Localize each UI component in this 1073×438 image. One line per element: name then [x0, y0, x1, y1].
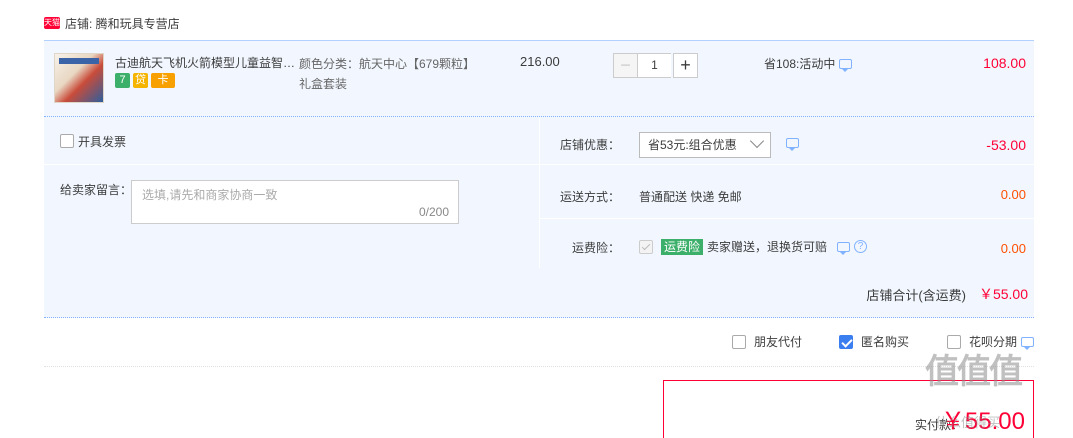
- discount-select-value: 省53元:组合优惠: [648, 138, 737, 152]
- tmall-icon: 天猫: [44, 17, 60, 29]
- divider: [44, 366, 1034, 367]
- saving-info: 省108:活动中: [764, 55, 853, 72]
- unit-price: 216.00: [520, 54, 560, 69]
- quantity-stepper: − 1 +: [613, 53, 698, 78]
- message-icon[interactable]: [837, 241, 851, 255]
- subtotal-value: ￥55.00: [978, 286, 1028, 302]
- huabei-checkbox[interactable]: [947, 334, 961, 349]
- item-total: 108.00: [983, 55, 1026, 71]
- memo-placeholder: 选填,请先和商家协商一致: [142, 188, 278, 202]
- huabei-option[interactable]: 花呗分期: [947, 333, 1035, 350]
- memo-label: 给卖家留言：: [60, 183, 133, 197]
- seven-day-return-icon[interactable]: 7: [115, 73, 130, 88]
- left-panel: 开具发票 给卖家留言： 选填,请先和商家协商一致 0/200: [44, 118, 539, 268]
- message-icon[interactable]: [839, 58, 853, 72]
- insurance-tag: 运费险: [661, 238, 704, 255]
- right-panel: 店铺优惠： 省53元:组合优惠 -53.00 运送方式： 普通配送 快递 免邮 …: [540, 118, 1034, 268]
- discount-label: 店铺优惠：: [559, 138, 620, 152]
- insurance-checkbox: [639, 239, 653, 254]
- subtotal-label: 店铺合计(含运费): [866, 288, 966, 303]
- shipping-method: 普通配送 快递 免邮: [639, 190, 742, 204]
- memo-count: 0/200: [418, 205, 449, 219]
- memo-row: 给卖家留言： 选填,请先和商家协商一致 0/200: [44, 166, 539, 268]
- friend-pay-checkbox[interactable]: [732, 334, 746, 349]
- anonymous-label[interactable]: 匿名购买: [861, 333, 909, 350]
- subtotal-row: 店铺合计(含运费) ￥55.00: [44, 268, 1034, 318]
- chevron-down-icon: [749, 133, 765, 149]
- invoice-row: 开具发票: [44, 118, 539, 165]
- shipping-row: 运送方式： 普通配送 快递 免邮 0.00: [540, 166, 1034, 219]
- product-thumbnail[interactable]: [54, 53, 104, 103]
- insurance-content: 运费险 卖家赠送，退换货可赔 ?: [639, 238, 868, 255]
- service-icons: 7 贷 卡: [115, 73, 175, 88]
- spec-line-1: 颜色分类：航天中心【679颗粒】: [299, 57, 476, 71]
- quantity-input[interactable]: 1: [638, 53, 671, 78]
- spec-line-2: 礼盒套装: [299, 77, 348, 91]
- shop-name[interactable]: 店铺: 腾和玩具专营店: [65, 15, 180, 32]
- card-icon[interactable]: 卡: [151, 73, 175, 88]
- saving-text: 省108:活动中: [764, 57, 836, 71]
- discount-select[interactable]: 省53元:组合优惠: [639, 132, 771, 158]
- invoice-checkbox[interactable]: [60, 134, 74, 148]
- item-row: 古迪航天飞机火箭模型儿童益智… 7 贷 卡 颜色分类：航天中心【679颗粒】 礼…: [44, 41, 1034, 117]
- shop-header: 天猫 店铺: 腾和玩具专营店: [44, 15, 180, 31]
- product-title[interactable]: 古迪航天飞机火箭模型儿童益智…: [115, 54, 295, 71]
- credit-icon[interactable]: 贷: [133, 73, 148, 88]
- anonymous-option[interactable]: 匿名购买: [839, 333, 909, 350]
- insurance-label: 运费险：: [571, 241, 620, 255]
- insurance-amount: 0.00: [1000, 241, 1026, 256]
- message-icon[interactable]: [1021, 336, 1035, 350]
- anonymous-checkbox[interactable]: [839, 334, 853, 349]
- order-box: 古迪航天飞机火箭模型儿童益智… 7 贷 卡 颜色分类：航天中心【679颗粒】 礼…: [44, 40, 1034, 318]
- invoice-label[interactable]: 开具发票: [78, 133, 126, 150]
- product-spec: 颜色分类：航天中心【679颗粒】 礼盒套装: [299, 54, 499, 94]
- shipping-amount: 0.00: [1000, 187, 1026, 202]
- memo-textarea[interactable]: 选填,请先和商家协商一致 0/200: [131, 180, 459, 224]
- decrease-button[interactable]: −: [613, 53, 638, 78]
- increase-button[interactable]: +: [673, 53, 698, 78]
- friend-pay-option[interactable]: 朋友代付: [732, 333, 802, 350]
- discount-row: 店铺优惠： 省53元:组合优惠 -53.00: [540, 118, 1034, 165]
- friend-pay-label[interactable]: 朋友代付: [754, 333, 802, 350]
- watermark-text: 什么值得买: [935, 415, 1001, 430]
- huabei-label[interactable]: 花呗分期: [969, 333, 1017, 350]
- discount-amount: -53.00: [986, 137, 1026, 153]
- message-icon[interactable]: [786, 138, 799, 151]
- insurance-row: 运费险： 运费险 卖家赠送，退换货可赔 ? 0.00: [540, 220, 1034, 268]
- help-icon[interactable]: ?: [854, 240, 868, 253]
- insurance-text: 卖家赠送，退换货可赔: [707, 240, 828, 254]
- shipping-label: 运送方式：: [559, 190, 620, 204]
